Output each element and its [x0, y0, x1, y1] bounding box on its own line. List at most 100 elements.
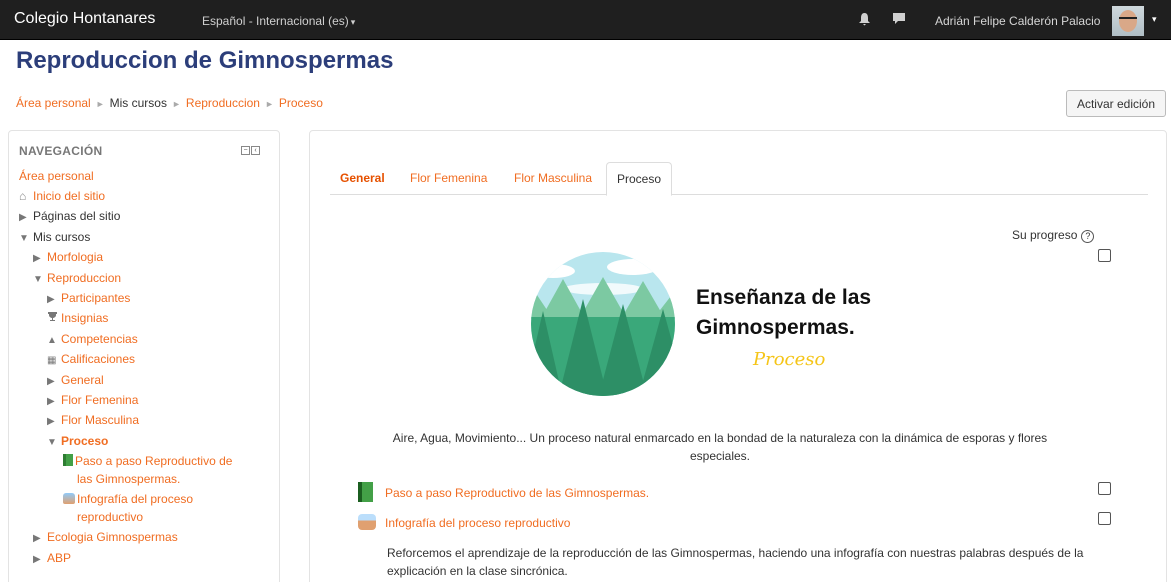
banner-title: Enseñanza de las Gimnospermas. [696, 283, 871, 343]
breadcrumb-separator-icon: ► [95, 99, 105, 109]
collapsed-arrow-icon: ▶ [33, 253, 41, 264]
breadcrumb-mis-cursos: Mis cursos [109, 96, 167, 110]
navigation-header: NAVEGACIÓN [19, 144, 103, 158]
nav-area-personal[interactable]: Área personal [19, 169, 94, 183]
course-banner: Enseñanza de las Gimnospermas. Proceso [513, 249, 943, 399]
nav-infografia[interactable]: Infografía del proceso [63, 492, 193, 506]
book-icon [63, 454, 73, 466]
collapsed-arrow-icon: ▶ [47, 416, 55, 427]
page-title: Reproduccion de Gimnospermas [16, 47, 394, 74]
breadcrumb-separator-icon: ► [264, 99, 274, 109]
nav-infografia-line2[interactable]: reproductivo [77, 510, 143, 524]
language-label: Español - Internacional (es) [202, 14, 349, 28]
user-avatar[interactable] [1112, 6, 1144, 36]
progress-label: Su progreso [1012, 228, 1078, 242]
progress-indicator: Su progreso? [1012, 228, 1095, 243]
breadcrumb-reproduccion[interactable]: Reproduccion [186, 96, 260, 110]
nav-insignias-label: Insignias [61, 311, 109, 325]
nav-reproduccion-label: Reproduccion [47, 271, 122, 285]
dock-block-icon[interactable]: ‹ [251, 146, 260, 155]
hide-block-icon[interactable]: − [241, 146, 250, 155]
collapsed-arrow-icon: ▶ [33, 533, 41, 544]
nav-general-label: General [61, 373, 104, 387]
grades-table-icon: ▦ [47, 355, 57, 366]
nav-paginas-label: Páginas del sitio [33, 209, 121, 223]
language-menu[interactable]: Español - Internacional (es) ▾ [202, 14, 355, 28]
activity-completion-checkbox[interactable] [1098, 512, 1111, 525]
activity-description: Reforcemos el aprendizaje de la reproduc… [387, 546, 1084, 578]
nav-inicio-del-sitio[interactable]: ⌂ Inicio del sitio [19, 189, 105, 203]
nav-reproduccion[interactable]: ▼ Reproduccion [33, 271, 121, 287]
nav-inicio-label: Inicio del sitio [33, 189, 106, 203]
activity-completion-checkbox[interactable] [1098, 482, 1111, 495]
nav-paginas-del-sitio[interactable]: ▶ Páginas del sitio [19, 209, 120, 225]
nav-competencias-label: Competencias [61, 332, 138, 346]
banner-subtitle: Proceso [753, 349, 826, 370]
nav-infografia-line1: Infografía del proceso [77, 492, 194, 506]
nav-paso-a-paso[interactable]: Paso a paso Reproductivo de [63, 454, 232, 468]
collapsed-arrow-icon: ▶ [19, 212, 27, 223]
avatar-glasses [1119, 17, 1137, 21]
user-menu-chevron-icon[interactable]: ▾ [1152, 14, 1157, 25]
nav-proceso-label: Proceso [61, 434, 109, 448]
notifications-bell-icon[interactable] [858, 12, 871, 29]
collapsed-arrow-icon: ▶ [33, 554, 41, 565]
expanded-arrow-icon: ▼ [47, 437, 57, 448]
breadcrumb: Área personal ► Mis cursos ► Reproduccion ► Pr… [16, 96, 323, 110]
breadcrumb-proceso[interactable]: Proceso [279, 96, 323, 110]
avatar-face [1119, 10, 1137, 32]
assignment-icon [63, 493, 75, 504]
nav-paso-a-paso-line2[interactable]: las Gimnospermas. [77, 472, 180, 486]
section-completion-checkbox[interactable] [1098, 249, 1111, 262]
nav-morfologia[interactable]: ▶ Morfologia [33, 250, 103, 266]
breadcrumb-separator-icon: ► [171, 99, 181, 109]
nav-paso-a-paso-line1: Paso a paso Reproductivo de [75, 454, 233, 468]
nav-mis-cursos[interactable]: ▼ Mis cursos [19, 230, 90, 246]
nav-abp-label: ABP [47, 551, 72, 565]
section-tabs: General Flor Femenina Flor Masculina Pro… [330, 162, 1148, 196]
nav-flor-masculina[interactable]: ▶ Flor Masculina [47, 413, 139, 429]
tab-proceso[interactable]: Proceso [606, 162, 673, 196]
tab-flor-masculina[interactable]: Flor Masculina [504, 162, 602, 195]
book-icon [358, 482, 373, 502]
nav-abp[interactable]: ▶ ABP [33, 551, 71, 567]
help-icon[interactable]: ? [1081, 230, 1095, 243]
user-name[interactable]: Adrián Felipe Calderón Palacio [935, 14, 1100, 28]
activity-link[interactable]: Paso a paso Reproductivo de las Gimnospe… [385, 486, 649, 500]
nav-calificaciones-label: Calificaciones [61, 352, 136, 366]
turn-editing-on-button[interactable]: Activar edición [1066, 90, 1166, 117]
collapsed-arrow-icon: ▶ [47, 396, 55, 407]
nav-ecologia-label: Ecologia Gimnospermas [47, 530, 178, 544]
nav-participantes-label: Participantes [61, 291, 131, 305]
activity-link[interactable]: Infografía del proceso reproductivo [385, 516, 570, 530]
tab-general[interactable]: General [330, 162, 395, 195]
nav-ecologia[interactable]: ▶ Ecologia Gimnospermas [33, 530, 178, 546]
collapsed-arrow-icon: ▶ [47, 294, 55, 305]
site-name-link[interactable]: Colegio Hontanares [14, 10, 155, 28]
nav-flor-femenina-label: Flor Femenina [61, 393, 139, 407]
nav-flor-masculina-label: Flor Masculina [61, 413, 140, 427]
nav-morfologia-label: Morfologia [47, 250, 104, 264]
collapsed-arrow-icon: ▶ [47, 376, 55, 387]
messages-icon[interactable] [892, 12, 906, 28]
chevron-down-icon: ▾ [350, 17, 356, 27]
breadcrumb-area-personal[interactable]: Área personal [16, 96, 91, 110]
nav-mis-cursos-label: Mis cursos [33, 230, 91, 244]
nav-insignias[interactable]: Insignias [47, 311, 108, 327]
nav-competencias[interactable]: ▲ Competencias [47, 332, 138, 348]
nav-general[interactable]: ▶ General [47, 373, 104, 389]
nav-proceso[interactable]: ▼ Proceso [47, 434, 108, 450]
top-navbar: Colegio Hontanares Español - Internacion… [0, 0, 1171, 40]
nav-calificaciones[interactable]: ▦ Calificaciones [47, 352, 135, 368]
expanded-arrow-icon: ▼ [33, 274, 43, 285]
tab-flor-femenina[interactable]: Flor Femenina [400, 162, 497, 195]
home-icon: ⌂ [19, 189, 27, 203]
trophy-icon [47, 311, 61, 327]
section-description: Aire, Agua, Movimiento... Un proceso nat… [392, 431, 1048, 463]
banner-title-line2: Gimnospermas. [696, 316, 855, 339]
nav-flor-femenina[interactable]: ▶ Flor Femenina [47, 393, 138, 409]
expanded-arrow-icon: ▼ [19, 233, 29, 244]
nav-participantes[interactable]: ▶ Participantes [47, 291, 130, 307]
banner-title-line1: Enseñanza de las [696, 286, 872, 309]
course-content: General Flor Femenina Flor Masculina Pro… [309, 130, 1167, 582]
